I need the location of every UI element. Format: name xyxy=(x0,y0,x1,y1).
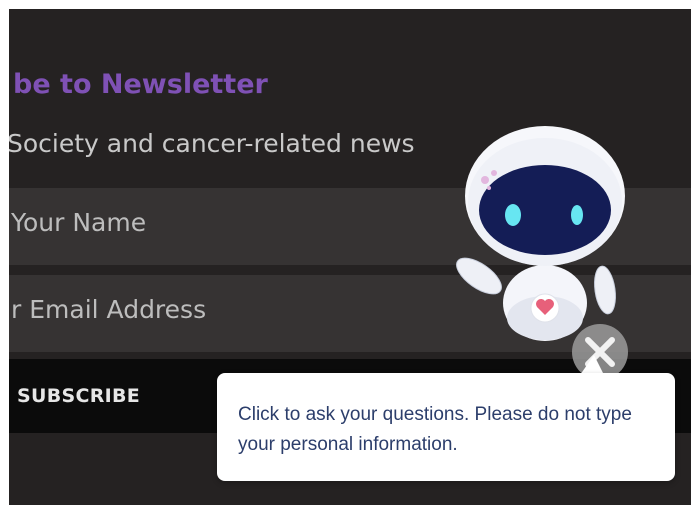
tooltip-tail xyxy=(580,355,604,375)
robot-icon[interactable] xyxy=(445,118,645,348)
tooltip-text: Click to ask your questions. Please do n… xyxy=(238,404,632,455)
email-placeholder: r Email Address xyxy=(11,295,207,324)
newsletter-subtitle: Society and cancer-related news xyxy=(9,129,415,158)
name-placeholder: Your Name xyxy=(11,208,147,237)
newsletter-title: be to Newsletter xyxy=(13,69,268,100)
chatbot-tooltip[interactable]: Click to ask your questions. Please do n… xyxy=(217,373,675,481)
subscribe-label: SUBSCRIBE xyxy=(17,385,141,407)
